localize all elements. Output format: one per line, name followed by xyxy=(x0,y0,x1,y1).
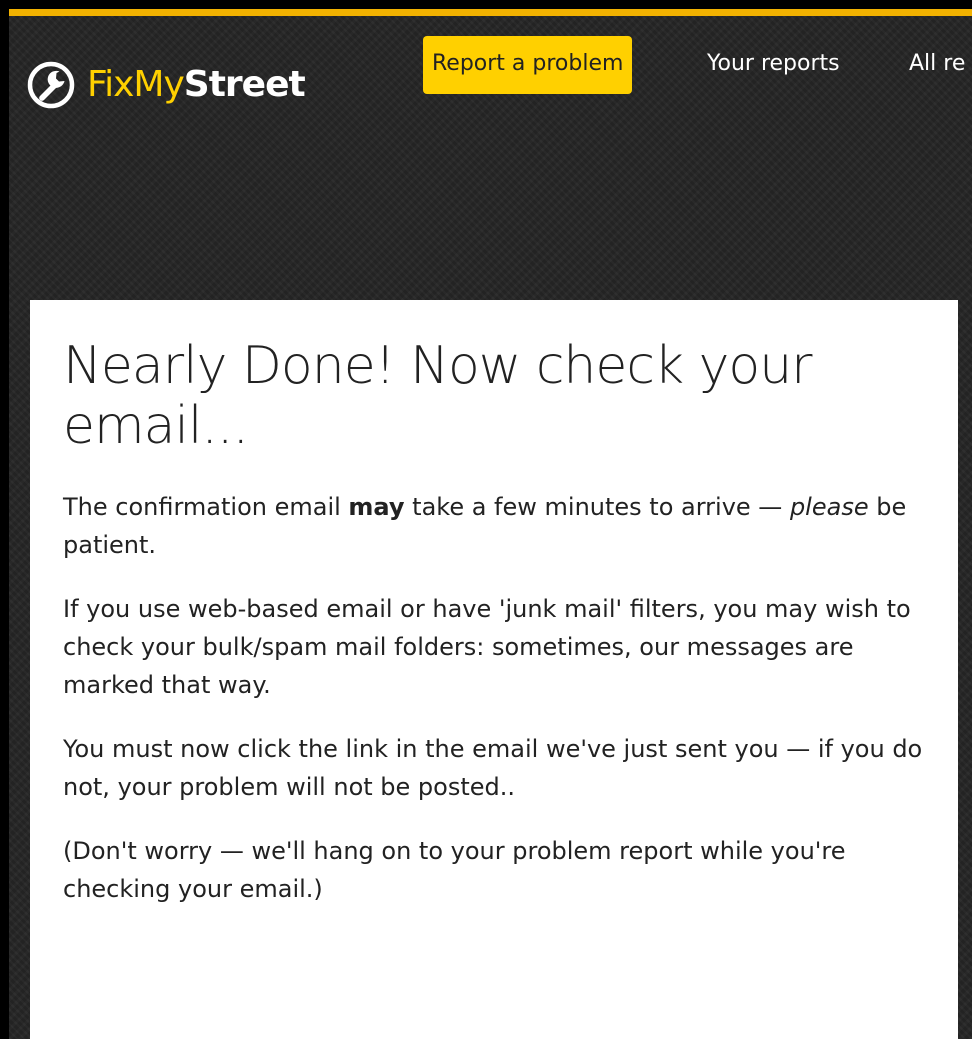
page-frame: FixMyStreet Report a problem Your report… xyxy=(0,0,972,1039)
site-logo[interactable]: FixMyStreet xyxy=(27,61,306,109)
p1-bold: may xyxy=(348,493,405,521)
nav-all-reports[interactable]: All re xyxy=(909,36,965,94)
nav-your-reports[interactable]: Your reports xyxy=(707,36,840,94)
paragraph-click-link: You must now click the link in the email… xyxy=(63,735,923,801)
wrench-icon xyxy=(27,61,75,109)
paragraph-spam-folders: If you use web-based email or have 'junk… xyxy=(63,595,911,699)
content-card: Nearly Done! Now check your email... The… xyxy=(30,300,958,1039)
p1-before: The confirmation email xyxy=(63,493,349,521)
top-accent-bar xyxy=(9,9,972,16)
page-title: Nearly Done! Now check your email... xyxy=(63,336,813,456)
logo-wordmark: FixMyStreet xyxy=(87,61,306,109)
paragraph-dont-worry: (Don't worry — we'll hang on to your pro… xyxy=(63,837,846,903)
logo-street: Street xyxy=(183,64,306,105)
p1-after: take a few minutes to arrive — xyxy=(404,493,790,521)
p1-italic: please xyxy=(789,493,869,521)
logo-fixmy: FixMy xyxy=(87,64,185,105)
paragraph-patience: The confirmation email may take a few mi… xyxy=(63,488,936,564)
report-problem-button[interactable]: Report a problem xyxy=(423,36,633,94)
